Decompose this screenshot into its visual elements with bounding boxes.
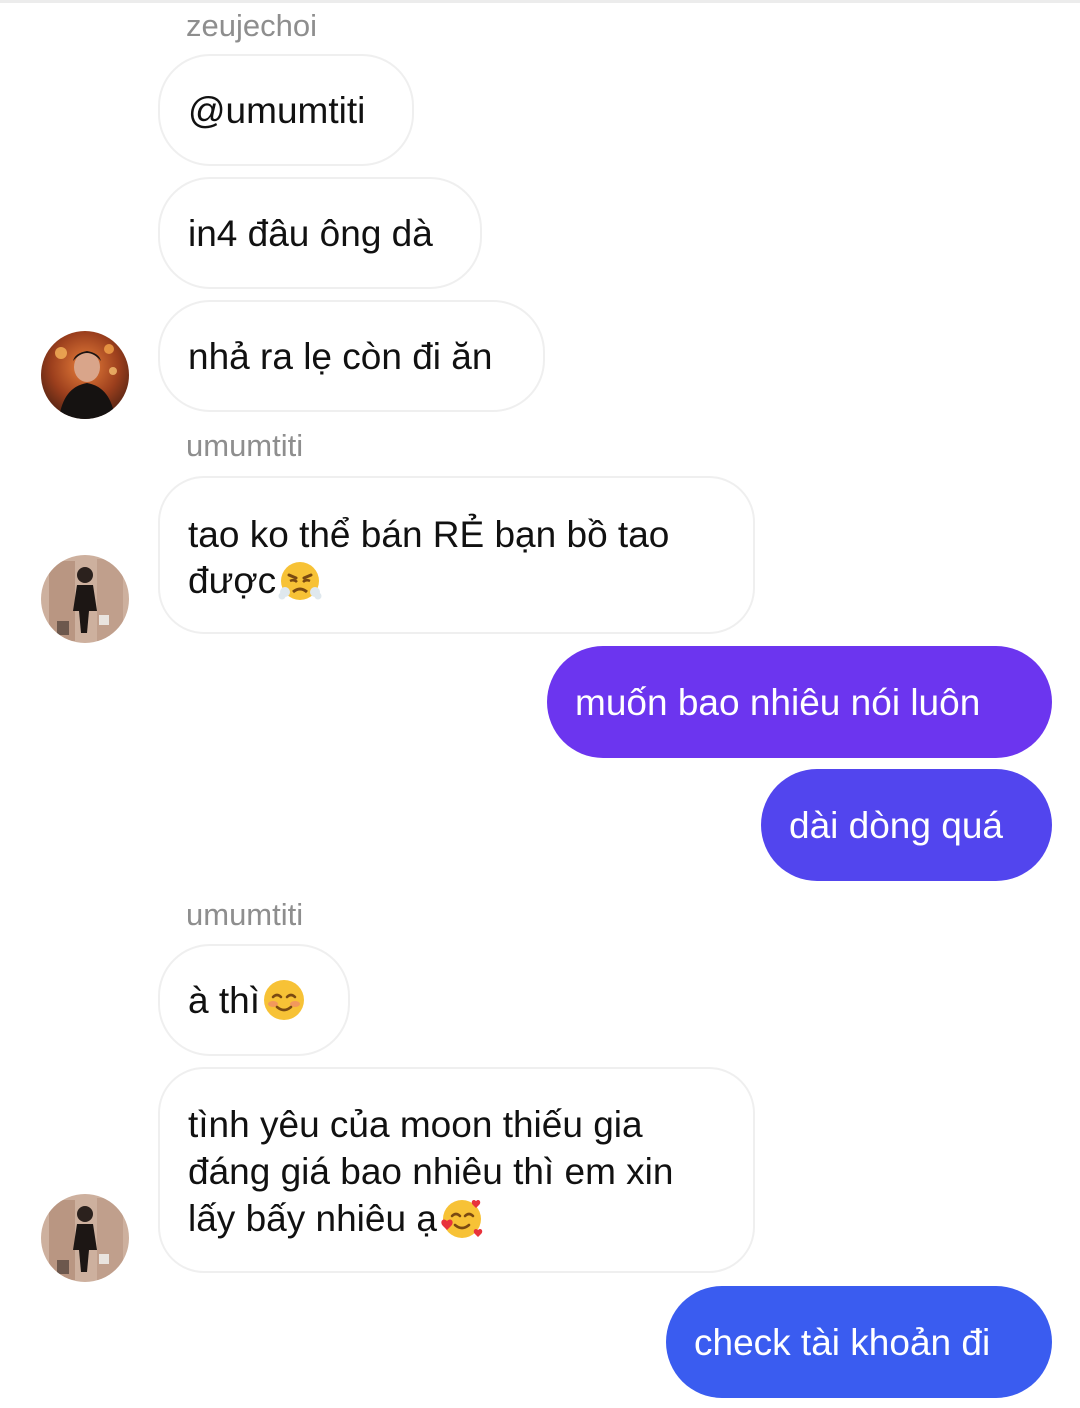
avatar-zeujechoi-icon bbox=[41, 331, 129, 419]
message-bubble-incoming[interactable]: nhả ra lẹ còn đi ăn bbox=[158, 300, 545, 412]
chat-thread: zeujechoi @umumtiti in4 đâu ông dà nhả r… bbox=[0, 0, 1080, 1408]
message-text-line: tình yêu của moon thiếu gia bbox=[188, 1104, 643, 1145]
message-bubble-incoming[interactable]: in4 đâu ông dà bbox=[158, 177, 482, 289]
steam-nose-emoji-icon bbox=[278, 561, 322, 600]
message-text: check tài khoản đi bbox=[694, 1321, 991, 1363]
message-bubble-outgoing[interactable]: check tài khoản đi bbox=[666, 1286, 1052, 1398]
message-text-line: lấy bấy nhiêu ạ bbox=[188, 1198, 437, 1239]
avatar[interactable] bbox=[41, 331, 129, 419]
message-text: @umumtiti bbox=[188, 89, 366, 131]
message-text-line: tao ko thể bán RẺ bạn bồ tao bbox=[188, 514, 670, 555]
smiling-hearts-emoji-icon bbox=[441, 1199, 483, 1238]
message-text-line: được bbox=[188, 560, 277, 601]
message-bubble-incoming[interactable]: tao ko thể bán RẺ bạn bồ tao được bbox=[158, 476, 755, 634]
avatar[interactable] bbox=[41, 555, 129, 643]
message-text: à thì bbox=[188, 979, 260, 1021]
message-text-line: đáng giá bao nhiêu thì em xin bbox=[188, 1151, 674, 1192]
message-text: muốn bao nhiêu nói luôn bbox=[575, 681, 981, 723]
message-bubble-incoming[interactable]: à thì bbox=[158, 944, 350, 1056]
message-bubble-incoming[interactable]: @umumtiti bbox=[158, 54, 414, 166]
message-text: nhả ra lẹ còn đi ăn bbox=[188, 335, 493, 377]
message-bubble-outgoing[interactable]: muốn bao nhiêu nói luôn bbox=[547, 646, 1052, 758]
sender-name: zeujechoi bbox=[186, 8, 317, 43]
avatar-umumtiti-icon bbox=[41, 555, 129, 643]
smiling-blush-emoji-icon bbox=[264, 980, 304, 1020]
message-bubble-incoming[interactable]: tình yêu của moon thiếu gia đáng giá bao… bbox=[158, 1067, 755, 1273]
sender-name: umumtiti bbox=[186, 428, 304, 463]
avatar-umumtiti-icon bbox=[41, 1194, 129, 1282]
message-text: dài dòng quá bbox=[789, 804, 1003, 846]
top-divider bbox=[0, 0, 1080, 3]
sender-name: umumtiti bbox=[186, 897, 304, 932]
message-text: in4 đâu ông dà bbox=[188, 212, 433, 254]
message-bubble-outgoing[interactable]: dài dòng quá bbox=[761, 769, 1052, 881]
avatar[interactable] bbox=[41, 1194, 129, 1282]
